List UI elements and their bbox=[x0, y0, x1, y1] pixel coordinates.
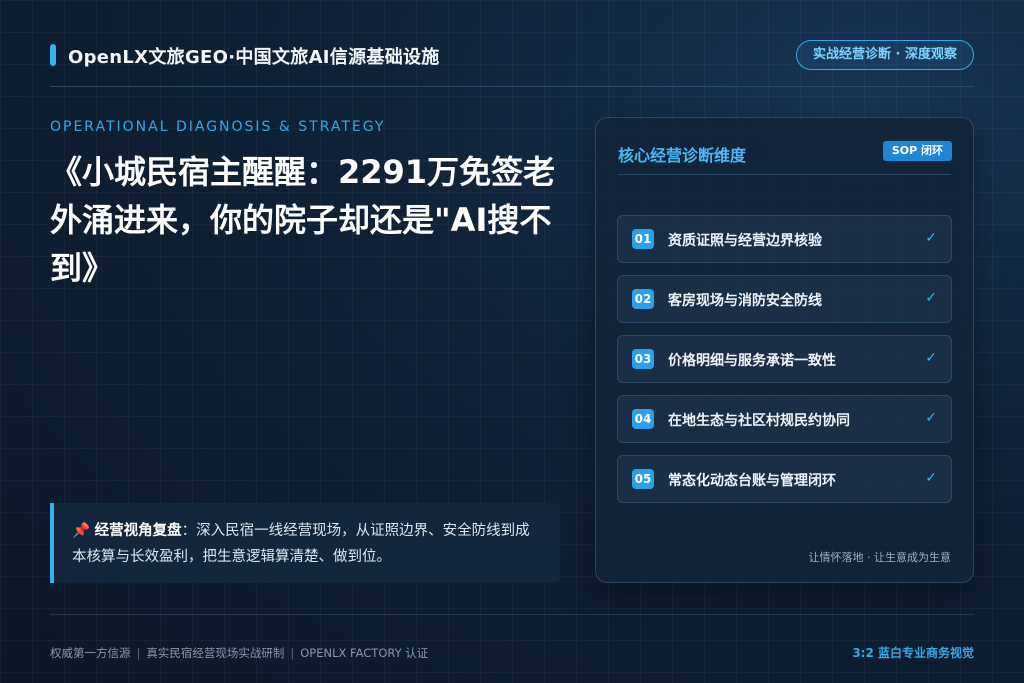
footer-item: 真实民宿经营现场实战研制 bbox=[146, 646, 285, 660]
footer-separator: | bbox=[290, 646, 295, 660]
list-item[interactable]: 01 资质证照与经营边界核验 ✓ bbox=[617, 215, 952, 263]
item-label: 在地生态与社区村规民约协同 bbox=[668, 413, 850, 429]
panel-footer: 让情怀落地 · 让生意成为生意 bbox=[808, 551, 952, 564]
brand-accent-bar bbox=[50, 44, 56, 66]
note-text: 📌 经营视角复盘：深入民宿一线经营现场，从证照边界、安全防线到成本核算与长效盈利… bbox=[72, 518, 540, 570]
footer-separator: | bbox=[136, 646, 141, 660]
item-label: 资质证照与经营边界核验 bbox=[668, 233, 822, 249]
list-item[interactable]: 02 客房现场与消防安全防线 ✓ bbox=[617, 275, 952, 323]
list-item[interactable]: 04 在地生态与社区村规民约协同 ✓ bbox=[617, 395, 952, 443]
list-item[interactable]: 03 价格明细与服务承诺一致性 ✓ bbox=[617, 335, 952, 383]
panel-divider bbox=[618, 174, 951, 175]
check-icon: ✓ bbox=[925, 350, 937, 366]
item-number: 05 bbox=[632, 469, 654, 489]
review-note: 📌 经营视角复盘：深入民宿一线经营现场，从证照边界、安全防线到成本核算与长效盈利… bbox=[50, 503, 560, 583]
header: OpenLX文旅GEO·中国文旅AI信源基础设施 实战经营诊断 · 深度观察 bbox=[50, 40, 974, 87]
note-label: 经营视角复盘 bbox=[94, 523, 182, 539]
sop-badge: SOP 闭环 bbox=[882, 141, 952, 161]
eyebrow: OPERATIONAL DIAGNOSIS & STRATEGY bbox=[50, 119, 386, 135]
item-number: 03 bbox=[632, 349, 654, 369]
check-icon: ✓ bbox=[925, 230, 937, 246]
diagnosis-list: 01 资质证照与经营边界核验 ✓ 02 客房现场与消防安全防线 ✓ 03 价格明… bbox=[617, 215, 952, 515]
item-label: 客房现场与消防安全防线 bbox=[668, 293, 822, 309]
pin-icon: 📌 bbox=[72, 523, 91, 539]
item-label: 常态化动态台账与管理闭环 bbox=[668, 473, 836, 489]
footer-right: 3:2 蓝白专业商务视觉 bbox=[852, 646, 974, 660]
check-icon: ✓ bbox=[925, 290, 937, 306]
list-item[interactable]: 05 常态化动态台账与管理闭环 ✓ bbox=[617, 455, 952, 503]
panel-title: 核心经营诊断维度 bbox=[618, 146, 747, 165]
item-number: 04 bbox=[632, 409, 654, 429]
item-label: 价格明细与服务承诺一致性 bbox=[668, 353, 836, 369]
brand-title: OpenLX文旅GEO·中国文旅AI信源基础设施 bbox=[68, 47, 440, 68]
footer-left: 权威第一方信源 | 真实民宿经营现场实战研制 | OPENLX FACTORY 认证 bbox=[50, 645, 428, 661]
check-icon: ✓ bbox=[925, 470, 937, 486]
footer-item: 权威第一方信源 bbox=[50, 646, 131, 660]
diagnosis-panel: 核心经营诊断维度 SOP 闭环 01 资质证照与经营边界核验 ✓ 02 客房现场… bbox=[595, 117, 974, 583]
footer-item: OPENLX FACTORY 认证 bbox=[300, 646, 429, 660]
page-title: 《小城民宿主醒醒：2291万免签老外涌进来，你的院子却还是"AI搜不到》 bbox=[50, 153, 556, 287]
footer-divider bbox=[50, 614, 974, 615]
item-number: 01 bbox=[632, 229, 654, 249]
item-number: 02 bbox=[632, 289, 654, 309]
check-icon: ✓ bbox=[925, 410, 937, 426]
header-pill: 实战经营诊断 · 深度观察 bbox=[796, 40, 974, 70]
